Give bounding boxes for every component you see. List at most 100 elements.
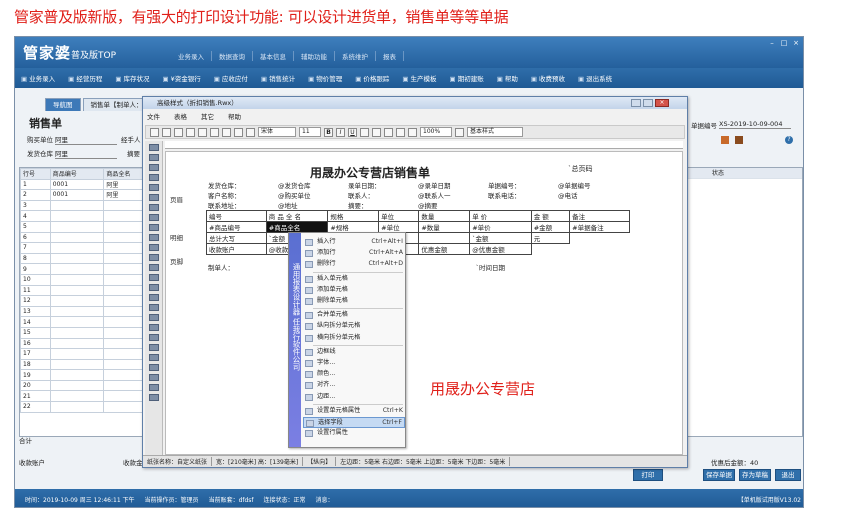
report-cell[interactable]: 总计大写 (206, 232, 267, 244)
grid-cell[interactable] (49, 199, 105, 212)
grid-cell[interactable]: 14 (20, 316, 51, 328)
dialog-maximize-icon[interactable] (643, 99, 653, 107)
toolbar-button[interactable]: ▣ 生产模板 (402, 73, 436, 83)
table-row[interactable]: 10 (20, 273, 158, 286)
grid-cell[interactable]: 12 (20, 295, 51, 307)
image-icon[interactable] (246, 127, 255, 137)
italic-icon[interactable]: I (336, 127, 345, 137)
context-menu-item[interactable]: 添加单元格 (303, 285, 405, 296)
font-name-select[interactable]: 宋体 (258, 127, 296, 137)
grid-cell[interactable] (49, 284, 105, 297)
underline-icon[interactable]: U (348, 127, 357, 137)
table-row[interactable]: 2 0001 阿里 (20, 189, 158, 201)
grid-cell[interactable]: 5 (20, 220, 51, 233)
context-menu-item[interactable]: 设置行属性 (303, 428, 405, 439)
palette-tool-icon[interactable] (148, 194, 159, 201)
table-row[interactable]: 11 (20, 284, 158, 297)
palette-tool-icon[interactable] (148, 204, 159, 211)
grid-cell[interactable] (49, 379, 105, 392)
save-icon[interactable] (721, 136, 729, 144)
toolbar-button[interactable]: ▣ 业务录入 (21, 73, 55, 83)
toolbar-button[interactable]: ▣ 销售统计 (261, 73, 295, 83)
toolbar-button[interactable]: ▣ 应收应付 (214, 73, 248, 83)
report-cell[interactable]: #数量 (418, 221, 471, 233)
grid-cell[interactable]: 6 (20, 231, 51, 244)
top-menu-item[interactable]: 系统维护 (335, 51, 376, 61)
grid-cell[interactable] (49, 295, 105, 307)
total-pages-field[interactable]: `总页码 (568, 164, 593, 174)
palette-tool-icon[interactable] (148, 264, 159, 271)
grid-cell[interactable] (49, 337, 105, 350)
palette-tool-icon[interactable] (148, 234, 159, 241)
grid-cell[interactable] (49, 263, 105, 275)
palette-tool-icon[interactable] (148, 184, 159, 191)
palette-tool-icon[interactable] (148, 164, 159, 171)
report-header-cell[interactable]: 客户名称： (206, 190, 276, 200)
dialog-menu-item[interactable]: 其它 (201, 111, 214, 121)
table-row[interactable]: 5 (20, 220, 158, 233)
report-header-cell[interactable] (556, 200, 626, 210)
tab-navigation[interactable]: 导航图 (45, 98, 81, 111)
report-cell[interactable]: #单位 (378, 221, 420, 233)
top-menu-item[interactable]: 数据查询 (212, 51, 253, 61)
context-menu-item[interactable]: 横向拆分单元格 (303, 333, 405, 344)
close-icon[interactable]: × (791, 39, 801, 47)
grid-cell[interactable]: 21 (20, 390, 51, 403)
palette-tool-icon[interactable] (148, 314, 159, 321)
palette-tool-icon[interactable] (148, 154, 159, 161)
report-header-cell[interactable]: @电话 (556, 190, 626, 200)
grid-cell[interactable] (49, 369, 105, 381)
palette-tool-icon[interactable] (148, 284, 159, 291)
palette-tool-icon[interactable] (148, 354, 159, 361)
palette-tool-icon[interactable] (148, 224, 159, 231)
grid-cell[interactable]: 18 (20, 358, 51, 371)
context-menu-item[interactable]: 合并单元格 (303, 310, 405, 321)
fit-icon[interactable] (455, 127, 464, 137)
grid-cell[interactable]: 10 (20, 273, 51, 286)
grid-cell[interactable] (49, 401, 105, 413)
report-cell[interactable]: 规格 (327, 210, 380, 222)
book-icon[interactable] (735, 136, 743, 144)
copy-icon[interactable] (198, 127, 207, 137)
grid-column-header[interactable]: 行号 (20, 168, 51, 180)
palette-tool-icon[interactable] (148, 334, 159, 341)
grid-cell[interactable] (49, 316, 105, 328)
grid-cell[interactable]: 11 (20, 284, 51, 297)
report-cell[interactable]: 单 价 (469, 210, 532, 222)
new-icon[interactable] (150, 127, 159, 137)
context-menu-item[interactable]: 插入行 Ctrl+Alt+I (303, 237, 405, 248)
palette-tool-icon[interactable] (148, 174, 159, 181)
top-menu-item[interactable]: 报表 (376, 51, 404, 61)
table-row[interactable]: 3 (20, 199, 158, 212)
grid-cell[interactable]: 2 (20, 189, 51, 201)
report-header-cell[interactable] (486, 200, 556, 210)
dialog-minimize-icon[interactable] (631, 99, 641, 107)
report-cell[interactable]: 数量 (418, 210, 471, 222)
grid-cell[interactable]: 22 (20, 401, 51, 413)
report-title[interactable]: 用晟办公专营店销售单 (310, 164, 430, 181)
grid-cell[interactable]: 4 (20, 210, 51, 222)
align-left-icon[interactable] (360, 127, 369, 137)
grid-cell[interactable]: 8 (20, 252, 51, 265)
grid-cell[interactable] (49, 231, 105, 244)
table-row[interactable]: 4 (20, 210, 158, 222)
paste-icon[interactable] (210, 127, 219, 137)
report-header-cell[interactable]: @地址 (276, 200, 346, 210)
report-cell[interactable]: 商 品 全 名 (265, 210, 329, 222)
palette-tool-icon[interactable] (148, 364, 159, 371)
redo-icon[interactable] (234, 127, 243, 137)
table-row[interactable]: 19 (20, 369, 158, 381)
report-header-cell[interactable]: 联系人： (346, 190, 416, 200)
line-icon[interactable] (396, 127, 405, 137)
grid-cell[interactable]: 17 (20, 348, 51, 360)
grid-cell[interactable]: 16 (20, 337, 51, 350)
grid-cell[interactable]: 19 (20, 369, 51, 381)
report-cell[interactable]: #商品编号 (206, 221, 267, 233)
save-draft-button[interactable]: 存为草稿 (739, 469, 771, 481)
report-header-cell[interactable]: @摘要 (416, 200, 486, 210)
report-header-cell[interactable]: @购买单位 (276, 190, 346, 200)
palette-tool-icon[interactable] (148, 144, 159, 151)
zoom-select[interactable]: 100% (420, 127, 452, 137)
context-menu-item[interactable]: 添加行 Ctrl+Alt+A (303, 248, 405, 259)
open-icon[interactable] (162, 127, 171, 137)
